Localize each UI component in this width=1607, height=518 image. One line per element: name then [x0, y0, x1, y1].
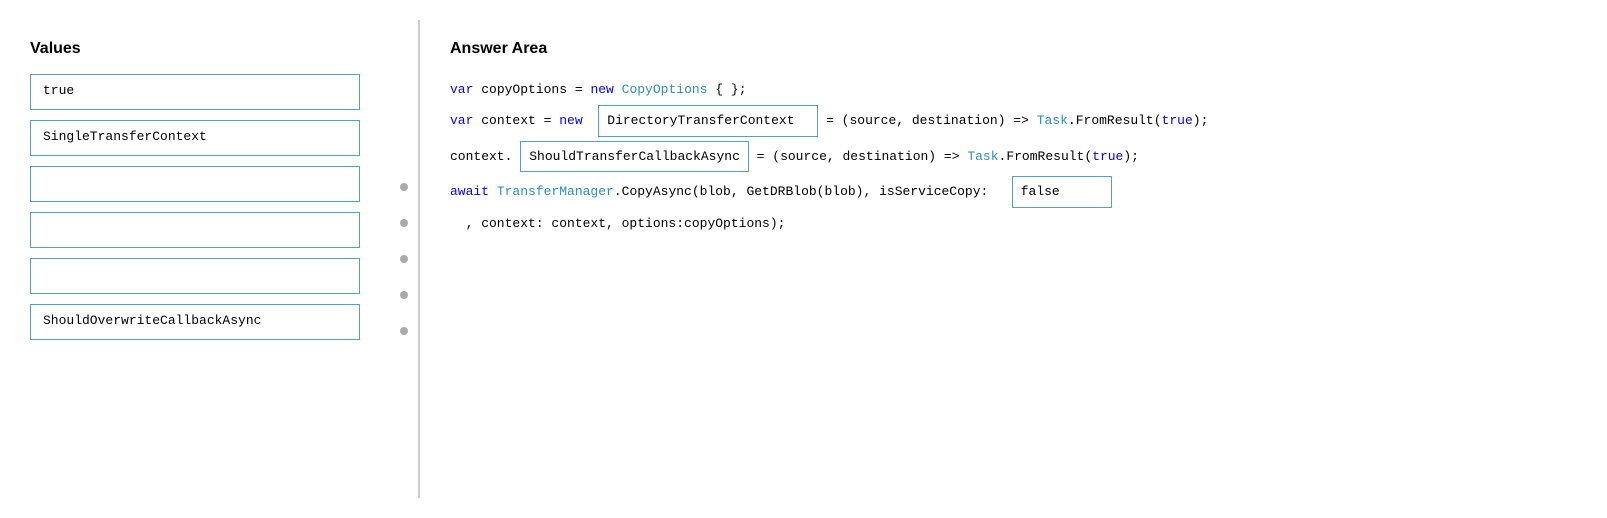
keyword-true-1: true [1162, 109, 1193, 132]
keyword-await: await [450, 180, 497, 203]
code-line-4: await TransferManager .CopyAsync(blob, G… [450, 176, 1577, 207]
dropbox-should-transfer-callback[interactable]: ShouldTransferCallbackAsync [520, 141, 749, 172]
keyword-new-2: new [559, 109, 590, 132]
values-panel: Values true SingleTransferContext Should… [0, 20, 390, 498]
code-paren-1: ); [1193, 109, 1209, 132]
code-space-2 [512, 145, 520, 168]
value-item-empty2[interactable] [30, 212, 360, 248]
code-assign-2: = (source, destination) => [749, 145, 967, 168]
dot-2 [400, 219, 408, 227]
keyword-true-2: true [1092, 145, 1123, 168]
dots-column [390, 20, 418, 498]
code-block: var copyOptions = new CopyOptions { }; v… [450, 78, 1577, 235]
value-item-empty3[interactable] [30, 258, 360, 294]
type-task-1: Task [1037, 109, 1068, 132]
code-line-5: , context: context, options:copyOptions)… [450, 212, 1577, 235]
answer-panel: Answer Area var copyOptions = new CopyOp… [420, 20, 1607, 498]
code-copy-options-end: { }; [707, 78, 746, 101]
code-context-dot: context. [450, 145, 512, 168]
code-context-var: context = [481, 109, 559, 132]
code-space [590, 109, 598, 132]
value-item-single-transfer[interactable]: SingleTransferContext [30, 120, 360, 156]
dots-wrapper [390, 20, 418, 498]
dot-5 [400, 327, 408, 335]
type-transfer-manager: TransferManager [497, 180, 614, 203]
dot-1 [400, 183, 408, 191]
code-assign-1: = (source, destination) => [818, 109, 1036, 132]
code-line-2: var context = new DirectoryTransferConte… [450, 105, 1577, 136]
code-line-3: context. ShouldTransferCallbackAsync = (… [450, 141, 1577, 172]
code-copy-options-var: copyOptions = [481, 78, 590, 101]
values-title: Values [30, 40, 360, 58]
value-item-should-overwrite[interactable]: ShouldOverwriteCallbackAsync [30, 304, 360, 340]
code-paren-2: ); [1123, 145, 1139, 168]
code-context-options: , context: context, options:copyOptions)… [450, 212, 785, 235]
value-item-true[interactable]: true [30, 74, 360, 110]
answer-title: Answer Area [450, 40, 1577, 58]
dropbox-directory-transfer-context[interactable]: DirectoryTransferContext [598, 105, 818, 136]
code-copy-async: .CopyAsync(blob, GetDRBlob(blob), isServ… [614, 180, 1012, 203]
code-from-result-1: .FromResult( [1068, 109, 1162, 132]
type-task-2: Task [967, 145, 998, 168]
type-copy-options: CopyOptions [622, 78, 708, 101]
keyword-var-1: var [450, 78, 481, 101]
dot-4 [400, 291, 408, 299]
keyword-var-2: var [450, 109, 481, 132]
code-line-1: var copyOptions = new CopyOptions { }; [450, 78, 1577, 101]
value-item-empty1[interactable] [30, 166, 360, 202]
keyword-new-1: new [590, 78, 621, 101]
dot-3 [400, 255, 408, 263]
dropbox-false[interactable]: false [1012, 176, 1112, 207]
code-from-result-2: .FromResult( [999, 145, 1093, 168]
